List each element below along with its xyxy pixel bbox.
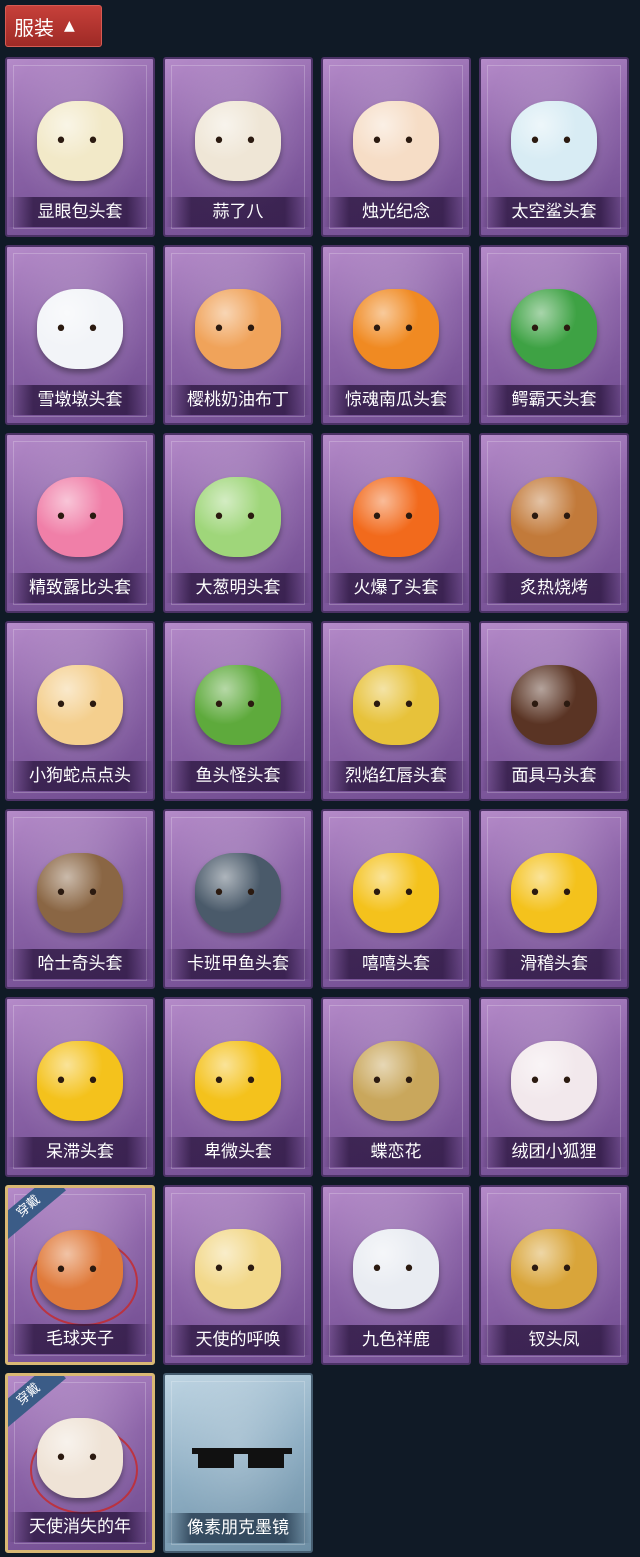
outfit-card[interactable]: • • 鱼头怪头套 [163,621,313,801]
outfit-card-label: 樱桃奶油布丁 [165,385,311,415]
outfit-grid: • • 显眼包头套 • • 蒜了八 • • 烛光纪念 • • 太空鲨头套 • • 雪墩墩头套 • •… [5,57,629,1553]
snowman-head-icon: • • [34,283,126,375]
outfit-card-label: 钗头凤 [481,1325,627,1355]
outfit-card[interactable]: • • 卡班甲鱼头套 [163,809,313,989]
outfit-card-label: 卡班甲鱼头套 [165,949,311,979]
outfit-card-label: 太空鲨头套 [481,197,627,227]
veiled-angel-doll-icon: • • [34,1412,126,1504]
crocodile-head-icon: • • [508,283,600,375]
outfit-card-label: 天使的呼唤 [165,1325,311,1355]
outfit-card[interactable]: • • 精致露比头套 [5,433,155,613]
phoenix-crown-icon: • • [508,1223,600,1315]
dazed-emoji-head-icon: • • [34,1035,126,1127]
outfit-card[interactable]: • • 太空鲨头套 [479,57,629,237]
outfit-card[interactable]: • • 哈士奇头套 [5,809,155,989]
outfit-card-label: 烈焰红唇头套 [323,761,469,791]
outfit-card-label: 像素朋克墨镜 [165,1513,311,1543]
outfit-card[interactable]: • • 小狗蛇点点头 [5,621,155,801]
fox-plush-icon: • • [508,1035,600,1127]
pink-beaver-head-icon: • • [34,471,126,563]
fish-monster-head-icon: • • [192,659,284,751]
outfit-card-label: 惊魂南瓜头套 [323,385,469,415]
outfit-card-label: 面具马头套 [481,761,627,791]
outfit-card[interactable]: • • 炙热烧烤 [479,433,629,613]
outfit-card-label: 火爆了头套 [323,573,469,603]
garlic-head-icon: • • [192,95,284,187]
pudding-head-icon: • • [192,283,284,375]
red-panda-clip-icon: • • [34,1224,126,1316]
outfit-card[interactable]: • • 显眼包头套 [5,57,155,237]
outfit-card-label: 小狗蛇点点头 [7,761,153,791]
outfit-card[interactable]: • • 烛光纪念 [321,57,471,237]
fire-head-icon: • • [350,471,442,563]
husky-head-icon: • • [34,847,126,939]
outfit-card[interactable]: • • 绒团小狐狸 [479,997,629,1177]
outfit-card[interactable]: 穿戴 • • 毛球夹子 [5,1185,155,1365]
grin-emoji-head-icon: • • [350,847,442,939]
outfit-card[interactable]: • • 九色祥鹿 [321,1185,471,1365]
outfit-card[interactable]: • • 滑稽头套 [479,809,629,989]
space-shark-head-icon: • • [508,95,600,187]
outfit-card[interactable]: 像素朋克墨镜 [163,1373,313,1553]
outfit-card-label: 炙热烧烤 [481,573,627,603]
yellow-mouse-head-icon: • • [350,659,442,751]
outfit-card-label: 呆滞头套 [7,1137,153,1167]
chevron-up-icon: ▲ [64,18,75,34]
outfit-card-label: 哈士奇头套 [7,949,153,979]
pixel-sunglasses-icon [192,1411,292,1503]
outfit-card-label: 蒜了八 [165,197,311,227]
outfit-card[interactable]: • • 呆滞头套 [5,997,155,1177]
outfit-card[interactable]: • • 卑微头套 [163,997,313,1177]
outfit-category-toggle[interactable]: 服装 ▲ [5,5,102,47]
humble-emoji-head-icon: • • [192,1035,284,1127]
angel-doll-icon: • • [192,1223,284,1315]
pumpkin-head-icon: • • [350,283,442,375]
outfit-card-label: 鱼头怪头套 [165,761,311,791]
deer-ornament-icon: • • [350,1223,442,1315]
outfit-card[interactable]: • • 樱桃奶油布丁 [163,245,313,425]
outfit-card[interactable]: • • 钗头凤 [479,1185,629,1365]
outfit-card-label: 精致露比头套 [7,573,153,603]
outfit-card[interactable]: • • 惊魂南瓜头套 [321,245,471,425]
outfit-card[interactable]: • • 鳄霸天头套 [479,245,629,425]
outfit-card-label: 烛光纪念 [323,197,469,227]
whale-head-icon: • • [192,847,284,939]
outfit-card-label: 鳄霸天头套 [481,385,627,415]
dog-snake-head-icon: • • [34,659,126,751]
smirk-emoji-head-icon: • • [508,847,600,939]
bun-king-head-icon: • • [34,95,126,187]
scallion-head-icon: • • [192,471,284,563]
outfit-card-label: 嘻嘻头套 [323,949,469,979]
outfit-category-title: 服装 [14,15,54,40]
outfit-card-label: 卑微头套 [165,1137,311,1167]
outfit-card[interactable]: • • 面具马头套 [479,621,629,801]
outfit-card-label: 蝶恋花 [323,1137,469,1167]
outfit-card-label: 雪墩墩头套 [7,385,153,415]
outfit-card[interactable]: • • 天使的呼唤 [163,1185,313,1365]
outfit-card[interactable]: • • 嘻嘻头套 [321,809,471,989]
outfit-card-label: 天使消失的年 [8,1512,152,1542]
butterfly-crown-icon: • • [350,1035,442,1127]
outfit-card[interactable]: 穿戴 • • 天使消失的年 [5,1373,155,1553]
outfit-card-label: 九色祥鹿 [323,1325,469,1355]
outfit-card-label: 显眼包头套 [7,197,153,227]
outfit-card-label: 大葱明头套 [165,573,311,603]
outfit-card-label: 绒团小狐狸 [481,1137,627,1167]
outfit-card[interactable]: • • 蒜了八 [163,57,313,237]
candle-head-icon: • • [350,95,442,187]
outfit-card[interactable]: • • 雪墩墩头套 [5,245,155,425]
outfit-card[interactable]: • • 蝶恋花 [321,997,471,1177]
outfit-card-label: 滑稽头套 [481,949,627,979]
outfit-card-label: 毛球夹子 [8,1324,152,1354]
outfit-card[interactable]: • • 火爆了头套 [321,433,471,613]
horse-mask-head-icon: • • [508,659,600,751]
outfit-card[interactable]: • • 大葱明头套 [163,433,313,613]
outfit-card[interactable]: • • 烈焰红唇头套 [321,621,471,801]
bbq-meat-head-icon: • • [508,471,600,563]
